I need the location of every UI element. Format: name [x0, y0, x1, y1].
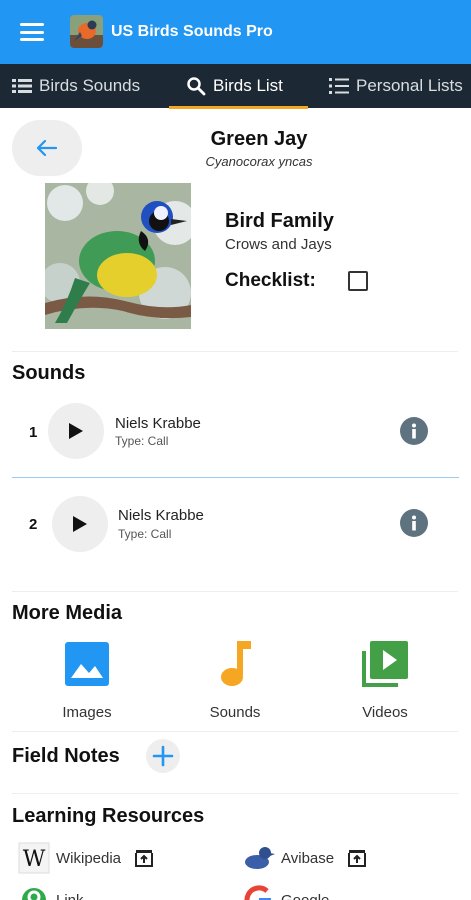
open-in-new-icon — [133, 847, 155, 869]
bird-scientific-name: Cyanocorax yncas — [205, 154, 313, 169]
menu-icon[interactable] — [20, 23, 44, 41]
list-icon — [12, 79, 32, 93]
checklist-icon — [329, 78, 349, 94]
app-bar: US Birds Sounds Pro — [0, 0, 471, 64]
checklist-label: Checklist: — [225, 270, 316, 291]
learning-resources-section-title: Learning Resources — [12, 805, 205, 827]
google-icon — [243, 884, 275, 900]
media-videos-button[interactable]: Videos — [325, 638, 445, 721]
app-logo — [70, 15, 103, 48]
active-tab-indicator — [169, 106, 308, 109]
play-button[interactable] — [52, 496, 108, 552]
sound-type: Type: Call — [115, 434, 169, 448]
checklist-checkbox[interactable] — [348, 271, 368, 291]
media-sounds-button[interactable]: Sounds — [175, 638, 295, 721]
wikipedia-icon: W — [18, 842, 50, 874]
image-icon — [65, 642, 109, 686]
video-library-icon — [362, 641, 408, 687]
tab-label: Birds List — [213, 76, 283, 95]
plus-icon — [152, 745, 174, 767]
resource-link[interactable]: Link — [18, 884, 84, 900]
info-icon — [412, 515, 416, 531]
svg-text:W: W — [23, 847, 46, 872]
play-button[interactable] — [48, 403, 104, 459]
divider — [12, 591, 458, 592]
tab-label: Personal Lists — [356, 76, 463, 95]
divider — [12, 793, 458, 794]
more-media-section-title: More Media — [12, 602, 123, 624]
bird-common-name: Green Jay — [210, 128, 308, 150]
sounds-section-title: Sounds — [12, 362, 86, 384]
family-heading: Bird Family — [225, 210, 334, 232]
resource-label: Link — [56, 891, 84, 900]
search-icon — [187, 77, 206, 96]
music-note-icon — [221, 641, 251, 686]
info-icon — [412, 423, 416, 439]
open-in-new-icon — [346, 847, 368, 869]
sound-number: 1 — [29, 424, 38, 441]
resource-label: Wikipedia — [56, 849, 122, 867]
tab-birds-sounds[interactable]: Birds Sounds — [12, 64, 140, 108]
tab-personal-lists[interactable]: Personal Lists — [329, 64, 463, 108]
family-name: Crows and Jays — [225, 236, 332, 253]
resource-label: Avibase — [281, 849, 335, 867]
divider — [12, 351, 458, 352]
add-field-note-button[interactable] — [146, 739, 180, 773]
sound-author: Niels Krabbe — [118, 507, 204, 524]
resource-google[interactable]: Google — [243, 884, 329, 900]
sound-author: Niels Krabbe — [115, 415, 201, 432]
link-icon — [18, 884, 50, 900]
resource-wikipedia[interactable]: W Wikipedia — [18, 842, 155, 874]
media-label: Sounds — [209, 704, 261, 721]
media-label: Videos — [362, 704, 408, 721]
tab-birds-list[interactable]: Birds List — [186, 64, 283, 108]
resource-label: Google — [281, 891, 330, 900]
media-images-button[interactable]: Images — [27, 638, 147, 721]
resource-avibase[interactable]: Avibase — [243, 842, 368, 874]
info-button[interactable] — [400, 509, 428, 537]
tab-bar: Birds Sounds Birds List Personal Lists — [0, 64, 471, 108]
play-icon — [69, 423, 83, 439]
app-title: US Birds Sounds Pro — [111, 23, 273, 40]
field-notes-section-title: Field Notes — [12, 745, 120, 767]
media-label: Images — [62, 704, 112, 721]
sound-type: Type: Call — [118, 527, 172, 541]
sound-number: 2 — [29, 516, 38, 533]
avibase-icon — [243, 842, 275, 874]
bird-photo[interactable] — [45, 183, 191, 329]
divider — [12, 731, 458, 732]
tab-label: Birds Sounds — [39, 76, 141, 95]
info-button[interactable] — [400, 417, 428, 445]
sound-separator — [12, 477, 459, 478]
play-icon — [73, 516, 87, 532]
